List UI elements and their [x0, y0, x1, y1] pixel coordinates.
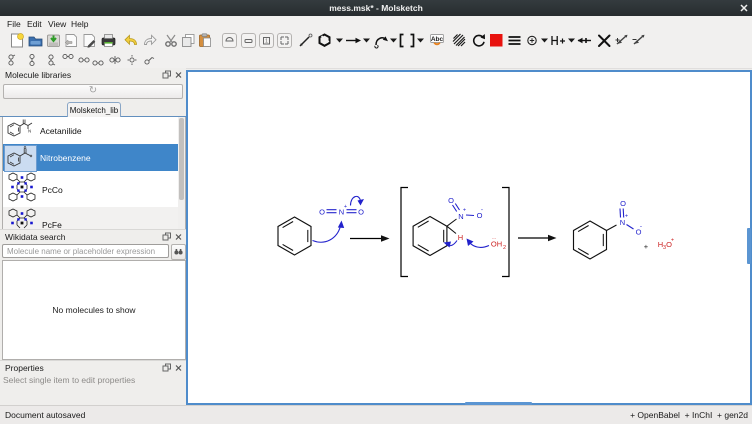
svg-text:N: N — [28, 129, 31, 134]
